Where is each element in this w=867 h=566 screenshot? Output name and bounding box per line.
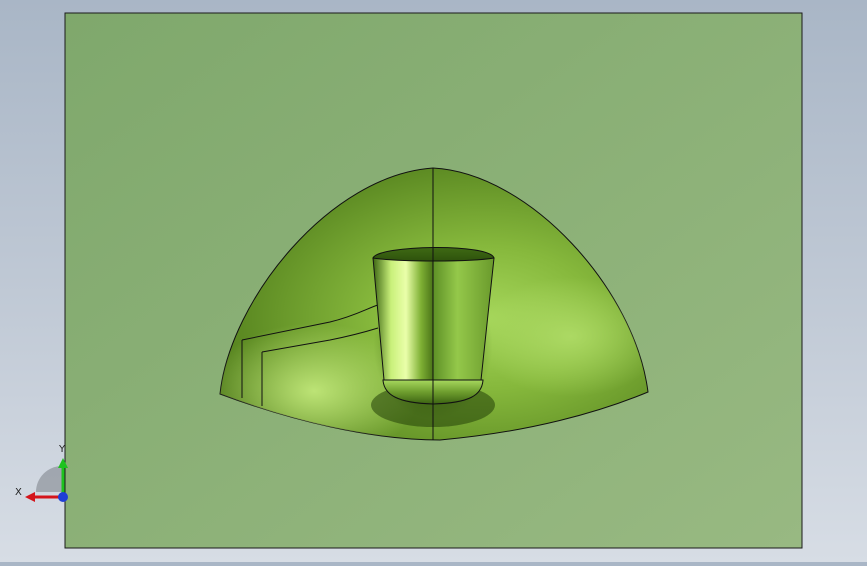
view-orientation-triad-icon[interactable] bbox=[25, 458, 68, 502]
graphics-viewport[interactable]: Y X bbox=[0, 0, 867, 562]
y-axis-label: Y bbox=[59, 444, 66, 455]
z-axis-dot bbox=[58, 492, 68, 502]
x-axis-label: X bbox=[15, 487, 22, 498]
model-canvas[interactable] bbox=[0, 0, 867, 562]
